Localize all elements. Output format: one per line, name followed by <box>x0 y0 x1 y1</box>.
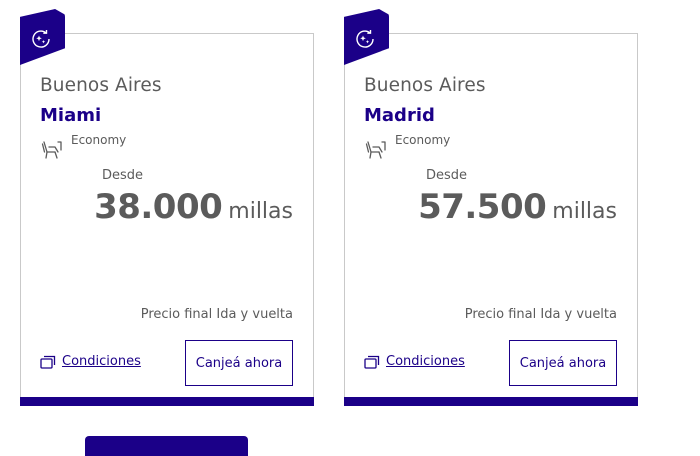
seat-icon <box>41 141 62 159</box>
offer-badge <box>20 9 65 65</box>
cabin-class: Economy <box>395 133 451 147</box>
redeem-button[interactable]: Canjeá ahora <box>185 340 293 386</box>
cabin-class: Economy <box>71 133 127 147</box>
price-amount: 38.000 <box>94 187 223 227</box>
copy-icon <box>364 355 380 369</box>
price-row: 57.500 millas <box>418 187 617 227</box>
card-bottom-bar <box>20 397 314 406</box>
price-unit: millas <box>552 199 617 224</box>
offer-card-miami: Buenos Aires Miami Economy Desde 38.000 m… <box>20 9 314 406</box>
final-price-note: Precio final Ida y vuelta <box>140 307 293 322</box>
sparkle-refresh-icon <box>32 30 50 48</box>
origin-city: Buenos Aires <box>40 75 162 96</box>
origin-city: Buenos Aires <box>364 75 486 96</box>
destination-city: Madrid <box>364 105 435 126</box>
final-price-note: Precio final Ida y vuelta <box>464 307 617 322</box>
conditions-label: Condiciones <box>386 354 465 369</box>
price-from-label: Desde <box>102 168 144 183</box>
destination-city: Miami <box>40 105 102 126</box>
offer-badge <box>344 9 389 65</box>
copy-icon <box>40 355 56 369</box>
offer-card-madrid: Buenos Aires Madrid Economy Desde 57.500… <box>344 9 638 406</box>
sparkle-refresh-icon <box>356 30 374 48</box>
price-amount: 57.500 <box>418 187 547 227</box>
card-bottom-bar <box>344 397 638 406</box>
price-from-label: Desde <box>426 168 468 183</box>
price-unit: millas <box>228 199 293 224</box>
redeem-button[interactable]: Canjeá ahora <box>509 340 617 386</box>
seat-icon <box>365 141 386 159</box>
conditions-label: Condiciones <box>62 354 141 369</box>
conditions-link[interactable]: Condiciones <box>40 354 141 369</box>
more-offers-button[interactable] <box>85 436 248 456</box>
conditions-link[interactable]: Condiciones <box>364 354 465 369</box>
price-row: 38.000 millas <box>94 187 293 227</box>
